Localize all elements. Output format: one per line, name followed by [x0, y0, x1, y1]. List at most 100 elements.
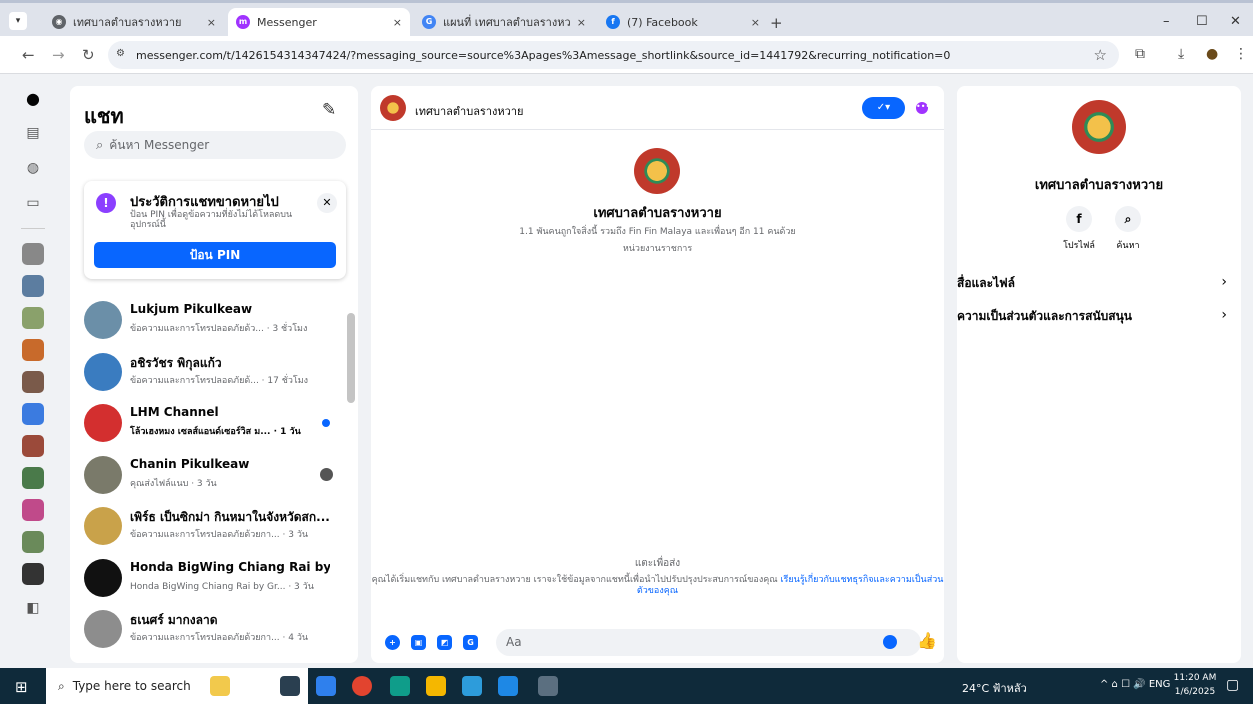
marketplace-icon[interactable]: ▤ [20, 120, 46, 146]
chrome-icon[interactable] [352, 676, 372, 696]
conversation-item[interactable]: Chanin Pikulkeaw คุณส่งไฟล์แนบ · 3 วัน [84, 451, 342, 503]
notification-icon[interactable]: ▢ [1226, 677, 1239, 693]
conversation-panel: เทศบาลตำบลรางหวาย ✓▾ ••• เทศบาลตำบลรางหว… [371, 86, 944, 663]
clock[interactable]: 11:20 AM 1/6/2025 [1170, 671, 1220, 699]
avatar [84, 301, 122, 339]
community-avatar[interactable] [22, 435, 44, 457]
close-icon[interactable]: ✕ [317, 193, 337, 213]
community-avatar[interactable] [22, 371, 44, 393]
archive-icon[interactable]: ▭ [20, 190, 46, 216]
profile-logo [1072, 100, 1126, 154]
messenger-page: ● ▤ ◍ ▭ ◧ แชท ✎ ⌕ ค้นหา Messenger ! ประว… [0, 75, 1253, 668]
copilot-icon[interactable] [316, 676, 336, 696]
task-view-icon[interactable] [280, 676, 300, 696]
forward-icon[interactable]: → [52, 46, 65, 64]
reload-icon[interactable]: ↻ [82, 46, 95, 64]
community-avatar[interactable] [22, 275, 44, 297]
tab-close-icon[interactable]: × [577, 16, 586, 29]
media-files-row[interactable]: สื่อและไฟล์ › [957, 274, 1241, 296]
tab-2[interactable]: m Messenger × [228, 8, 410, 36]
widgets-icon[interactable] [210, 676, 230, 696]
tab-search-menu-icon[interactable]: ▾ [9, 12, 27, 30]
weather-widget[interactable]: 24°C ฟ้าหลัว [962, 679, 1027, 697]
taskbar-search[interactable]: ⌕ Type here to search [46, 668, 308, 704]
compose-icon[interactable]: ✎ [322, 100, 336, 120]
scrollbar-thumb[interactable] [347, 313, 355, 403]
minimize-icon[interactable]: – [1163, 14, 1170, 29]
community-avatar[interactable] [22, 243, 44, 265]
url-bar[interactable]: ⚙ messenger.com/t/1426154314347424/?mess… [108, 41, 1119, 69]
community-avatar[interactable] [22, 307, 44, 329]
sticker-icon[interactable]: ◩ [437, 635, 452, 650]
conversation-title[interactable]: เทศบาลตำบลรางหวาย [415, 102, 523, 120]
download-icon[interactable]: ⤓ [1178, 46, 1184, 62]
conversation-scrollbar[interactable] [346, 296, 355, 656]
requests-icon[interactable]: ◍ [20, 155, 46, 181]
profile-name: เทศบาลตำบลรางหวาย [1034, 178, 1164, 193]
privacy-notice: คุณได้เริ่มแชทกับ เทศบาลตำบลรางหวาย เราจ… [371, 575, 944, 597]
tab-4[interactable]: f (7) Facebook × [598, 8, 768, 36]
clock-date: 1/6/2025 [1174, 687, 1216, 697]
community-avatar[interactable] [22, 499, 44, 521]
conversation-item[interactable]: Honda BigWing Chiang Rai by G... Honda B… [84, 554, 342, 606]
conversation-name: ธเนศร์ มากงลาด [130, 613, 218, 627]
edge-icon[interactable] [390, 676, 410, 696]
conversation-item[interactable]: ธเนศร์ มากงลาด ข้อความและการโทรปลอดภัยด้… [84, 605, 342, 657]
tab-3[interactable]: G แผนที่ เทศบาลตำบลรางหวาย - ค้นห × [414, 8, 594, 36]
app-icon[interactable] [538, 676, 558, 696]
composer: + ▣ ◩ G Aa 👍 [371, 624, 944, 662]
close-window-icon[interactable]: ✕ [1230, 14, 1241, 29]
pin-card: ! ประวัติการแชทขาดหายไป ป้อน PIN เพื่อดู… [84, 181, 346, 279]
google-icon: G [422, 15, 436, 29]
back-icon[interactable]: ← [22, 46, 35, 64]
community-avatar[interactable] [22, 531, 44, 553]
tab-1[interactable]: ◉ เทศบาลตำบลรางหวาย × [44, 8, 224, 36]
banner-category: หน่วยงานราชการ [622, 244, 693, 254]
row-label: สื่อและไฟล์ [957, 276, 1015, 290]
extensions-icon[interactable]: ⧉ [1135, 46, 1145, 62]
verified-button[interactable]: ✓▾ [862, 97, 905, 119]
search-action[interactable]: ⌕ ค้นหา [1098, 206, 1158, 252]
mail-icon[interactable] [498, 676, 518, 696]
conversation-item[interactable]: เพิร์ธ เป็นซิกม่า กินหมาในจังหวัดสก... ข… [84, 502, 342, 554]
windows-start-icon[interactable]: ⊞ [15, 678, 28, 696]
thumbs-up-icon[interactable]: 👍 [917, 631, 937, 650]
emoji-icon[interactable] [883, 635, 897, 649]
file-explorer-icon[interactable] [426, 676, 446, 696]
browser-menu-icon[interactable]: ⋮ [1234, 46, 1248, 62]
tab-label: (7) Facebook [627, 15, 698, 29]
image-icon[interactable]: ▣ [411, 635, 426, 650]
more-options-icon[interactable]: ••• [916, 102, 930, 114]
tab-close-icon[interactable]: × [751, 16, 760, 29]
conversation-name: Lukjum Pikulkeaw [130, 302, 253, 316]
page-avatar[interactable] [380, 95, 406, 121]
maximize-icon[interactable]: ☐ [1196, 14, 1208, 29]
site-info-icon[interactable]: ⚙ [116, 48, 125, 59]
bookmark-star-icon[interactable]: ☆ [1094, 46, 1107, 64]
system-tray[interactable]: ^ ⌂ ☐ 🔊 ENG [1100, 679, 1170, 690]
new-tab-icon[interactable]: + [770, 14, 783, 32]
avatar [84, 610, 122, 648]
chats-icon[interactable]: ● [20, 85, 46, 111]
conversation-item[interactable]: Lukjum Pikulkeaw ข้อความและการโทรปลอดภัย… [84, 296, 342, 348]
privacy-support-row[interactable]: ความเป็นส่วนตัวและการสนับสนุน › [957, 307, 1241, 329]
message-input[interactable]: Aa [496, 629, 921, 656]
tab-close-icon[interactable]: × [393, 16, 402, 29]
bolt-avatar[interactable] [22, 403, 44, 425]
clock-time: 11:20 AM [1173, 673, 1217, 683]
gif-icon[interactable]: G [463, 635, 478, 650]
collapse-sidebar-icon[interactable]: ◧ [20, 595, 46, 621]
pin-card-title: ประวัติการแชทขาดหายไป [130, 195, 279, 210]
community-avatar[interactable] [22, 467, 44, 489]
community-avatar[interactable] [22, 563, 44, 585]
profile-icon[interactable]: ● [1206, 46, 1218, 62]
tab-close-icon[interactable]: × [207, 16, 216, 29]
store-icon[interactable] [462, 676, 482, 696]
enter-pin-button[interactable]: ป้อน PIN [94, 242, 336, 268]
conversation-item[interactable]: อชิรวัชร พิกุลแก้ว ข้อความและการโทรปลอดภ… [84, 348, 342, 400]
community-avatar[interactable] [22, 339, 44, 361]
plus-icon[interactable]: + [385, 635, 400, 650]
conversation-item[interactable]: LHM Channel โล้วเฮงหมง เซลส์แอนด์เซอร์วิ… [84, 399, 342, 451]
search-input[interactable]: ⌕ ค้นหา Messenger [84, 131, 346, 159]
tap-to-send[interactable]: แตะเพื่อส่ง [371, 556, 944, 571]
